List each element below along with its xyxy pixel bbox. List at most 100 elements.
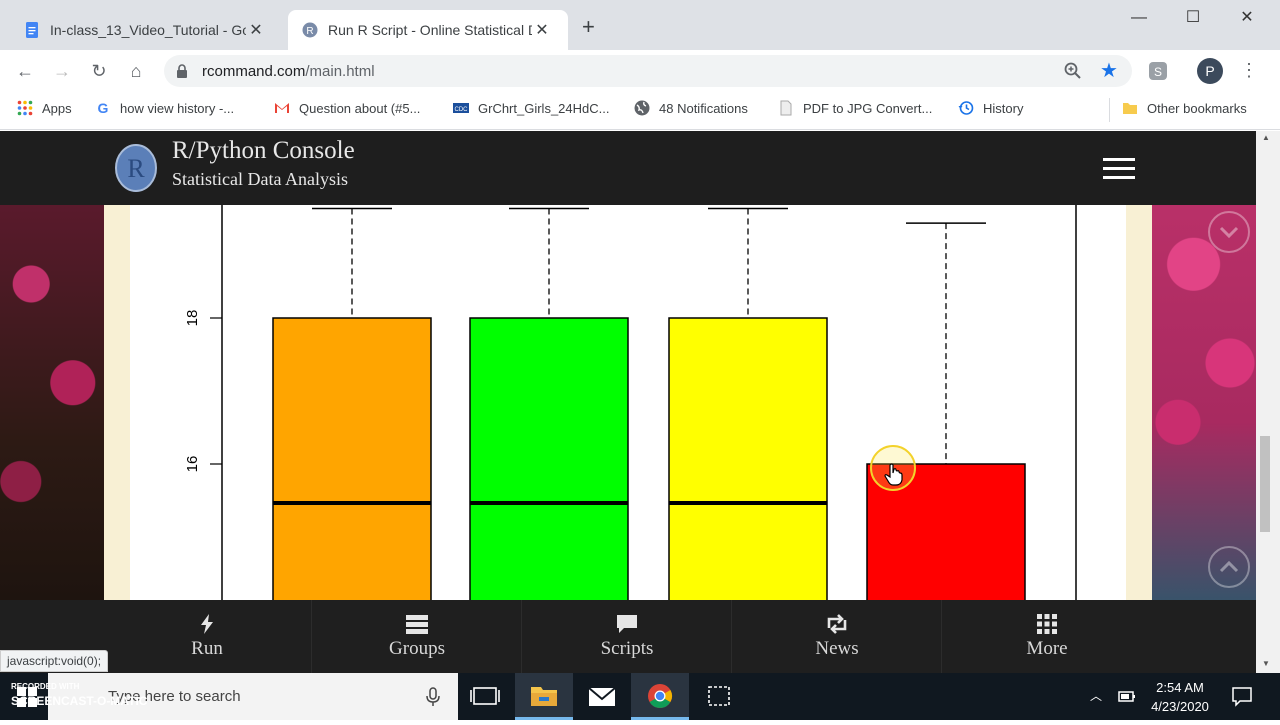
scroll-up-icon[interactable]: [1208, 546, 1250, 588]
page-content: 16 18 R R/Python Console Statistical Data…: [0, 131, 1256, 673]
network-icon[interactable]: [1117, 688, 1137, 704]
snipping-tool-icon[interactable]: [690, 673, 748, 720]
mail-icon[interactable]: [573, 673, 631, 720]
r-logo-icon[interactable]: R: [114, 143, 158, 193]
tab-title: In-class_13_Video_Tutorial - Goo: [50, 22, 246, 38]
windows-taskbar: Type here to search ︿ 2:54 AM 4/23/2020: [0, 673, 1280, 720]
y-tick-label: 16: [184, 456, 201, 473]
bookmark-label: Question about (#5...: [299, 100, 421, 116]
nav-scripts[interactable]: Scripts: [522, 600, 732, 673]
boxplot-chart: 1618: [184, 205, 1077, 606]
home-icon[interactable]: ⌂: [124, 59, 148, 83]
chrome-taskbar-icon[interactable]: [631, 673, 689, 720]
bookmark-pdf-to-jpg[interactable]: PDF to JPG Convert...: [778, 100, 932, 116]
recorder-line1: RECORDED WITH: [11, 682, 80, 691]
background-trees-left: [0, 205, 104, 600]
scroll-down-arrow-icon[interactable]: ▼: [1262, 659, 1270, 668]
bookmark-label: Other bookmarks: [1147, 100, 1247, 116]
notifications-icon[interactable]: [1232, 687, 1252, 707]
page-scrollbar[interactable]: ▲ ▼: [1256, 131, 1280, 673]
close-tab-icon[interactable]: ✕: [532, 20, 552, 40]
bookmarks-divider: [1109, 98, 1110, 122]
tab-title: Run R Script - Online Statistical D: [328, 22, 532, 38]
comment-icon: [617, 615, 637, 633]
hand-cursor-icon: [884, 463, 903, 486]
list-icon: [406, 615, 428, 634]
close-tab-icon[interactable]: ✕: [246, 20, 266, 40]
address-bar[interactable]: rcommand.com/main.html ★: [164, 55, 1132, 87]
bookmark-history[interactable]: History: [958, 100, 1023, 116]
bookmark-gmail[interactable]: Question about (#5...: [274, 100, 420, 116]
browser-tab-docs[interactable]: In-class_13_Video_Tutorial - Goo ✕: [14, 10, 286, 50]
bookmark-apps[interactable]: Apps: [17, 100, 72, 116]
box: [668, 317, 828, 606]
browser-tab-active[interactable]: R Run R Script - Online Statistical D ✕: [288, 10, 568, 50]
cdc-icon: CDC: [453, 103, 469, 113]
grid-icon: [1037, 614, 1057, 634]
profile-avatar[interactable]: P: [1197, 58, 1223, 84]
scroll-up-arrow-icon[interactable]: ▲: [1262, 133, 1270, 142]
bookmark-notifications[interactable]: 48 Notifications: [634, 100, 748, 116]
reload-icon[interactable]: ↻: [87, 59, 111, 83]
microphone-icon[interactable]: [426, 687, 440, 707]
menu-kebab-icon[interactable]: ⋮: [1240, 60, 1258, 81]
back-icon[interactable]: ←: [13, 59, 37, 83]
plot-panel: 16 18: [104, 205, 1152, 606]
bookmark-label: 48 Notifications: [659, 100, 748, 116]
plot-area: 16 18: [130, 205, 1126, 606]
minimize-icon[interactable]: —: [1112, 4, 1166, 32]
clock-time: 2:54 AM: [1156, 680, 1204, 695]
nav-label: Scripts: [600, 638, 654, 659]
nav-label: Groups: [389, 638, 445, 659]
nav-run[interactable]: Run: [102, 600, 312, 673]
bookmark-label: how view history -...: [120, 100, 235, 116]
y-tick-label: 18: [184, 310, 201, 327]
nav-groups[interactable]: Groups: [312, 600, 522, 673]
history-icon: [958, 101, 974, 115]
tray-chevron-icon[interactable]: ︿: [1090, 687, 1102, 704]
globe-icon: [634, 100, 650, 116]
new-tab-button[interactable]: +: [582, 16, 595, 38]
file-explorer-icon[interactable]: [515, 673, 573, 720]
clock-date: 4/23/2020: [1151, 699, 1209, 714]
bookmarks-bar: Apps G how view history -... Question ab…: [0, 92, 1280, 130]
nav-news[interactable]: News: [732, 600, 942, 673]
nav-label: News: [815, 638, 859, 659]
maximize-icon[interactable]: ☐: [1166, 4, 1220, 32]
docs-icon: [26, 22, 38, 38]
svg-text:R: R: [127, 154, 145, 183]
nav-label: More: [1026, 638, 1068, 659]
status-bar-url: javascript:void(0);: [0, 650, 109, 672]
nav-more[interactable]: More: [942, 600, 1152, 673]
task-view-icon[interactable]: [456, 673, 514, 720]
browser-tab-strip: In-class_13_Video_Tutorial - Goo ✕ R Run…: [0, 0, 1280, 50]
box: [469, 317, 629, 606]
svg-text:R: R: [306, 26, 313, 37]
svg-text:G: G: [98, 100, 109, 116]
taskbar-clock[interactable]: 2:54 AM 4/23/2020: [1140, 678, 1220, 716]
hamburger-menu-icon[interactable]: [1088, 149, 1150, 189]
bookmark-google[interactable]: G how view history -...: [95, 100, 235, 116]
bookmark-other[interactable]: Other bookmarks: [1122, 100, 1247, 116]
svg-text:CDC: CDC: [455, 107, 469, 113]
url-text: rcommand.com/main.html: [202, 63, 375, 80]
close-window-icon[interactable]: ✕: [1220, 4, 1274, 32]
browser-toolbar: ← → ↻ ⌂ rcommand.com/main.html ★ S P ⋮: [0, 50, 1280, 92]
scroll-down-icon[interactable]: [1208, 211, 1250, 253]
lock-icon: [177, 64, 187, 78]
skype-extension-icon[interactable]: S: [1149, 62, 1167, 80]
bookmark-label: GrChrt_Girls_24HdC...: [478, 100, 610, 116]
recorder-line2: SCREENCAST-O-MATIC: [11, 694, 148, 708]
bottom-nav: Run Groups Scripts News More: [0, 600, 1256, 673]
bookmark-label: Apps: [42, 100, 72, 116]
bookmark-label: PDF to JPG Convert...: [803, 100, 933, 116]
bookmark-cdc[interactable]: CDC GrChrt_Girls_24HdC...: [453, 100, 609, 116]
scrollbar-thumb[interactable]: [1260, 436, 1270, 532]
bookmark-star-icon[interactable]: ★: [1100, 58, 1118, 83]
bolt-icon: [201, 614, 213, 634]
folder-icon: [1123, 103, 1137, 114]
zoom-icon[interactable]: [1064, 62, 1082, 80]
forward-icon[interactable]: →: [50, 59, 74, 83]
nav-label: Run: [191, 638, 223, 659]
svg-text:S: S: [1154, 65, 1162, 79]
